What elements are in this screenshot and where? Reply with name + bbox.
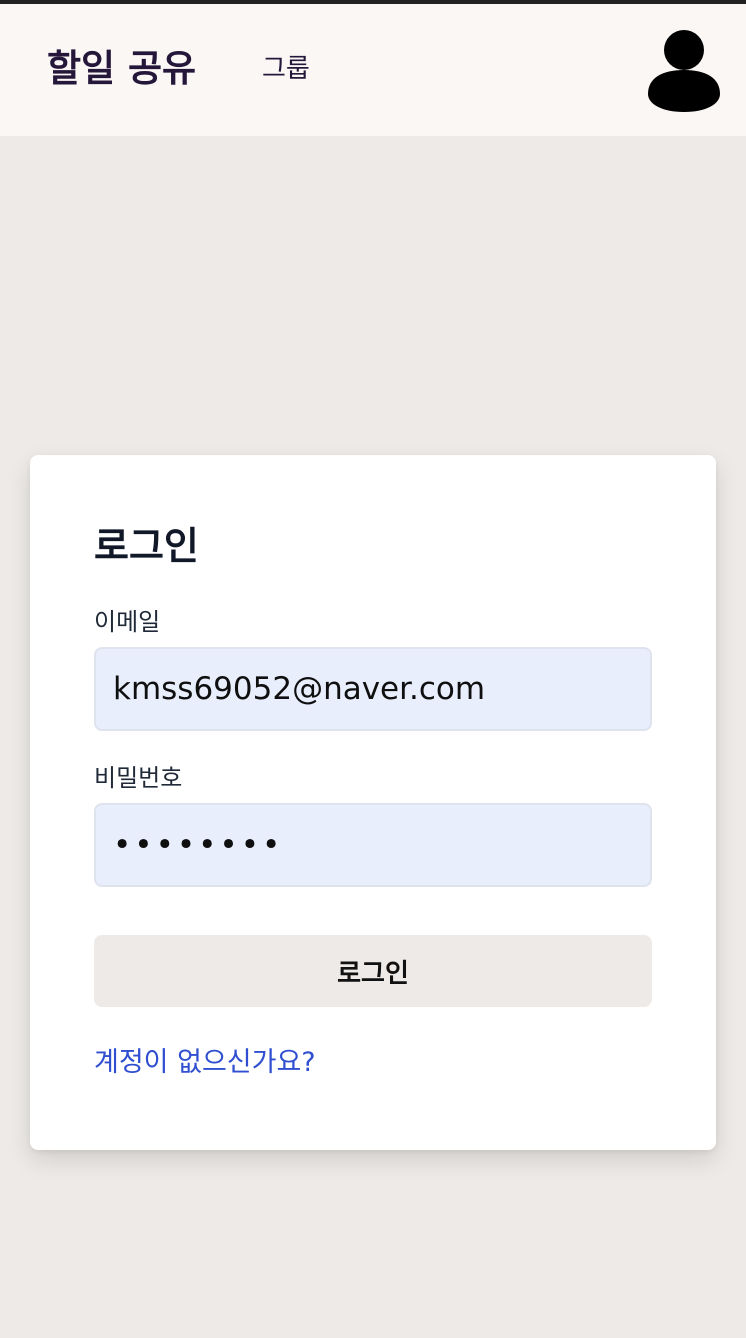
login-button[interactable]: 로그인 [94, 935, 652, 1007]
password-field[interactable] [94, 803, 652, 887]
email-field[interactable] [94, 647, 652, 731]
user-avatar-icon[interactable] [646, 28, 722, 112]
app-brand[interactable]: 할일 공유 [47, 44, 196, 94]
login-card: 로그인 이메일 비밀번호 로그인 계정이 없으신가요? [30, 455, 716, 1150]
app-header: 할일 공유 그룹 [0, 4, 746, 136]
email-label: 이메일 [94, 608, 161, 636]
login-title: 로그인 [94, 524, 199, 568]
password-label: 비밀번호 [94, 764, 183, 792]
signup-link[interactable]: 계정이 없으신가요? [94, 1045, 316, 1081]
user-silhouette-icon [648, 30, 720, 112]
nav-link-group[interactable]: 그룹 [262, 52, 310, 86]
